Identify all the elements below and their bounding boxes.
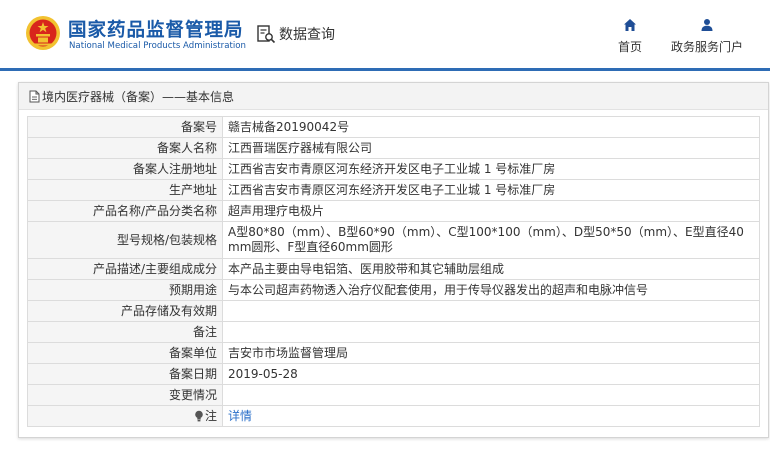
table-row: 备案日期 2019-05-28 [27, 363, 760, 385]
site-header: 国家药品监督管理局 National Medical Products Admi… [0, 0, 770, 68]
row-value: 吉安市市场监督管理局 [222, 342, 760, 364]
table-row: 备案人名称 江西晋瑞医疗器械有限公司 [27, 137, 760, 159]
nav-home-label: 首页 [617, 40, 642, 54]
data-query-link[interactable]: 数据查询 [256, 24, 335, 44]
details-link[interactable]: 详情 [228, 409, 252, 423]
site-logo-title[interactable]: 国家药品监督管理局 [68, 16, 244, 42]
national-emblem-icon [26, 16, 60, 50]
row-value: 江西省吉安市青原区河东经济开发区电子工业城 1 号标准厂房 [222, 179, 760, 201]
row-value: 2019-05-28 [222, 363, 760, 385]
row-value: 赣吉械备20190042号 [222, 116, 760, 138]
document-search-icon [257, 25, 276, 44]
row-label: 产品名称/产品分类名称 [27, 200, 223, 222]
row-value: 本产品主要由导电铝箔、医用胶带和其它辅助层组成 [222, 258, 760, 280]
header-divider [0, 68, 770, 71]
row-label: 备案单位 [27, 342, 223, 364]
table-row: 产品名称/产品分类名称 超声用理疗电极片 [27, 200, 760, 222]
row-label: 变更情况 [27, 384, 223, 406]
table-row: 型号规格/包装规格 A型80*80（mm）、B型60*90（mm）、C型100*… [27, 221, 760, 259]
row-label: 产品存储及有效期 [27, 300, 223, 322]
row-value: 与本公司超声药物透入治疗仪配套使用，用于传导仪器发出的超声和电脉冲信号 [222, 279, 760, 301]
table-row: 生产地址 江西省吉安市青原区河东经济开发区电子工业城 1 号标准厂房 [27, 179, 760, 201]
site-logo-subtitle[interactable]: National Medical Products Administration [69, 41, 246, 51]
row-label: 预期用途 [27, 279, 223, 301]
row-label: 备案号 [27, 116, 223, 138]
table-row: 备注 [27, 321, 760, 343]
table-row: 备案人注册地址 江西省吉安市青原区河东经济开发区电子工业城 1 号标准厂房 [27, 158, 760, 180]
lightbulb-icon [195, 410, 203, 421]
record-info-table: 备案号 赣吉械备20190042号 备案人名称 江西晋瑞医疗器械有限公司 备案人… [27, 116, 760, 427]
home-icon [624, 19, 636, 31]
panel-title: 境内医疗器械（备案）——基本信息 [42, 89, 235, 104]
row-value: 详情 [222, 405, 760, 427]
row-label: 生产地址 [27, 179, 223, 201]
nav-home[interactable]: 首页 [612, 18, 648, 55]
nav-service-portal-label: 政务服务门户 [670, 40, 743, 54]
row-label: 产品描述/主要组成成分 [27, 258, 223, 280]
row-label: 备案人注册地址 [27, 158, 223, 180]
document-icon [29, 90, 40, 102]
table-row: 注 详情 [27, 405, 760, 427]
info-panel: 境内医疗器械（备案）——基本信息 备案号 赣吉械备20190042号 备案人名称… [18, 82, 769, 438]
row-value: 江西晋瑞医疗器械有限公司 [222, 137, 760, 159]
table-row: 备案单位 吉安市市场监督管理局 [27, 342, 760, 364]
nav-service-portal[interactable]: 政务服务门户 [668, 18, 746, 55]
row-label: 备案人名称 [27, 137, 223, 159]
row-label: 注 [204, 408, 217, 423]
note-label-cell: 注 [27, 405, 223, 427]
row-value [222, 384, 760, 406]
row-value: A型80*80（mm）、B型60*90（mm）、C型100*100（mm）、D型… [222, 221, 760, 259]
panel-title-bar: 境内医疗器械（备案）——基本信息 [19, 83, 768, 110]
row-label: 备案日期 [27, 363, 223, 385]
table-row: 备案号 赣吉械备20190042号 [27, 116, 760, 138]
row-label: 型号规格/包装规格 [27, 221, 223, 259]
row-value [222, 321, 760, 343]
table-row: 产品存储及有效期 [27, 300, 760, 322]
row-value [222, 300, 760, 322]
data-query-label: 数据查询 [279, 27, 335, 43]
table-row: 产品描述/主要组成成分 本产品主要由导电铝箔、医用胶带和其它辅助层组成 [27, 258, 760, 280]
user-icon [701, 19, 713, 31]
row-label: 备注 [27, 321, 223, 343]
table-row: 预期用途 与本公司超声药物透入治疗仪配套使用，用于传导仪器发出的超声和电脉冲信号 [27, 279, 760, 301]
row-value: 超声用理疗电极片 [222, 200, 760, 222]
row-value: 江西省吉安市青原区河东经济开发区电子工业城 1 号标准厂房 [222, 158, 760, 180]
table-row: 变更情况 [27, 384, 760, 406]
